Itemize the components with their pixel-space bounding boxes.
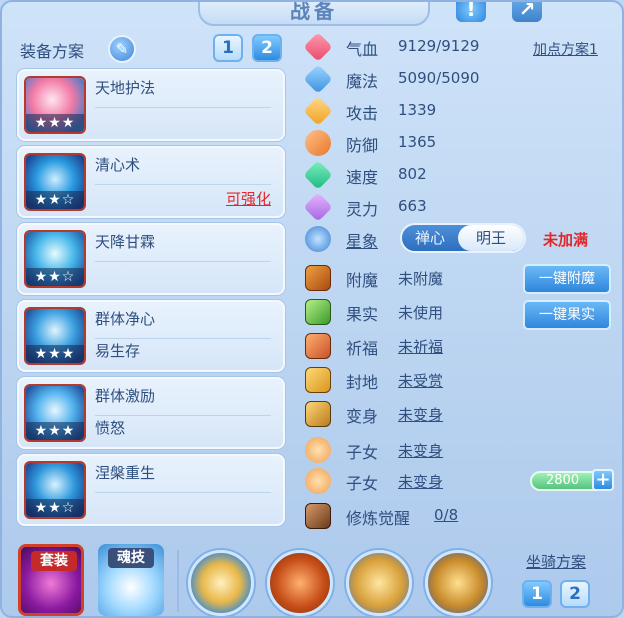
- attr-row-fief: 封地 未受赏: [302, 365, 622, 395]
- option-mingwang[interactable]: 明王: [458, 225, 524, 251]
- one-click-fruit-button[interactable]: 一键果实: [523, 300, 611, 330]
- equip-plan-1-button[interactable]: 1: [213, 34, 243, 62]
- equip-plan-2-button[interactable]: 2: [252, 34, 282, 62]
- soul-skill-tile[interactable]: 魂技: [98, 544, 164, 616]
- stat-row-attack: 攻击 1339: [302, 96, 622, 126]
- attr-row-awaken: 修炼觉醒 0/8: [302, 501, 622, 531]
- soul-label: 魂技: [108, 548, 154, 568]
- fruit-icon: [305, 299, 331, 325]
- upgrade-link[interactable]: 可强化: [226, 188, 271, 209]
- skill-card[interactable]: ★★☆ 清心术 可强化: [17, 146, 285, 218]
- skill-name: 涅槃重生: [95, 464, 156, 482]
- mount-plan-1-button[interactable]: 1: [522, 580, 552, 608]
- dancer-icon[interactable]: [188, 550, 254, 616]
- divider: [95, 338, 271, 339]
- skill-card[interactable]: ★★☆ 涅槃重生: [17, 454, 285, 526]
- transform-icon: [305, 401, 331, 427]
- skill-name: 群体净心: [95, 310, 156, 328]
- divider: [177, 550, 179, 612]
- skill-heaven-earth-icon: ★★★: [24, 76, 86, 134]
- skill-name: 天降甘霖: [95, 233, 156, 251]
- mount-plan-label[interactable]: 坐骑方案: [526, 551, 586, 572]
- fief-icon: [305, 367, 331, 393]
- star-sign-icon: [305, 226, 331, 252]
- warrior-icon[interactable]: [346, 550, 412, 616]
- skill-card[interactable]: ★★☆ 天降甘霖: [17, 223, 285, 295]
- speed-icon: [303, 160, 333, 190]
- skill-name: 群体激励: [95, 387, 156, 405]
- stat-row-spirit: 灵力 663: [302, 192, 622, 222]
- skill-group-purify-icon: ★★★: [24, 307, 86, 365]
- attr-row-transform: 变身 未变身: [302, 399, 622, 429]
- star-sign-label[interactable]: 星象: [346, 228, 378, 252]
- skill-card[interactable]: ★★★ 天地护法: [17, 69, 285, 141]
- set-equipment-tile[interactable]: 套装: [18, 544, 84, 616]
- bless-icon: [305, 333, 331, 359]
- enchant-icon: [305, 265, 331, 291]
- divider: [95, 261, 271, 262]
- cube-icon[interactable]: [267, 550, 333, 616]
- sword-icon: [303, 96, 333, 126]
- attr-row-bless: 祈福 未祈福: [302, 331, 622, 361]
- shield-icon: [305, 130, 331, 156]
- child-icon: [305, 468, 331, 494]
- set-label: 套装: [31, 551, 77, 571]
- battle-prep-panel: 战备 ! ↗ 装备方案 ✎ 1 2 ★★★ 天地护法 ★★☆ 清心术 可强化 ★…: [0, 0, 624, 618]
- divider: [95, 415, 271, 416]
- skill-card[interactable]: ★★★ 群体净心 易生存: [17, 300, 285, 372]
- page-title: 战备: [290, 0, 338, 23]
- skill-card[interactable]: ★★★ 群体激励 愤怒: [17, 377, 285, 449]
- add-button[interactable]: +: [592, 469, 614, 491]
- stat-row-mp: 魔法 5090/5090: [302, 64, 622, 94]
- monk-icon[interactable]: [425, 550, 491, 616]
- skill-subtitle: 愤怒: [95, 419, 126, 437]
- skill-nirvana-icon: ★★☆: [24, 461, 86, 519]
- skill-name: 天地护法: [95, 79, 156, 97]
- spirit-icon: [303, 192, 333, 222]
- divider: [95, 107, 271, 108]
- star-sign-toggle[interactable]: 禅心 明王: [400, 223, 526, 253]
- equip-header: 装备方案 ✎ 1 2: [20, 34, 292, 64]
- child-icon: [305, 437, 331, 463]
- one-click-enchant-button[interactable]: 一键附魔: [523, 264, 611, 294]
- status-not-full: 未加满: [543, 231, 589, 249]
- skill-group-inspire-icon: ★★★: [24, 384, 86, 442]
- edit-pencil-icon[interactable]: ✎: [108, 35, 136, 63]
- heart-icon: [303, 32, 333, 62]
- title-bar: 战备: [198, 0, 430, 26]
- awaken-icon: [305, 503, 331, 529]
- mount-plan-2-button[interactable]: 2: [560, 580, 590, 608]
- option-chanxin[interactable]: 禅心: [402, 225, 458, 251]
- share-icon[interactable]: ↗: [512, 2, 542, 22]
- skill-name: 清心术: [95, 156, 141, 174]
- stat-row-speed: 速度 802: [302, 160, 622, 190]
- skill-rain-icon: ★★☆: [24, 230, 86, 288]
- skill-subtitle: 易生存: [95, 342, 141, 360]
- info-icon[interactable]: !: [456, 2, 486, 22]
- skill-clear-mind-icon: ★★☆: [24, 153, 86, 211]
- divider: [95, 184, 271, 185]
- equip-plan-label: 装备方案: [20, 42, 85, 61]
- stat-row-defense: 防御 1365: [302, 128, 622, 158]
- attr-row-child-1: 子女 未变身: [302, 435, 622, 465]
- mana-icon: [303, 64, 333, 94]
- divider: [95, 492, 271, 493]
- gauge-value: 2800: [546, 473, 580, 488]
- stat-row-hp: 气血 9129/9129: [302, 32, 622, 62]
